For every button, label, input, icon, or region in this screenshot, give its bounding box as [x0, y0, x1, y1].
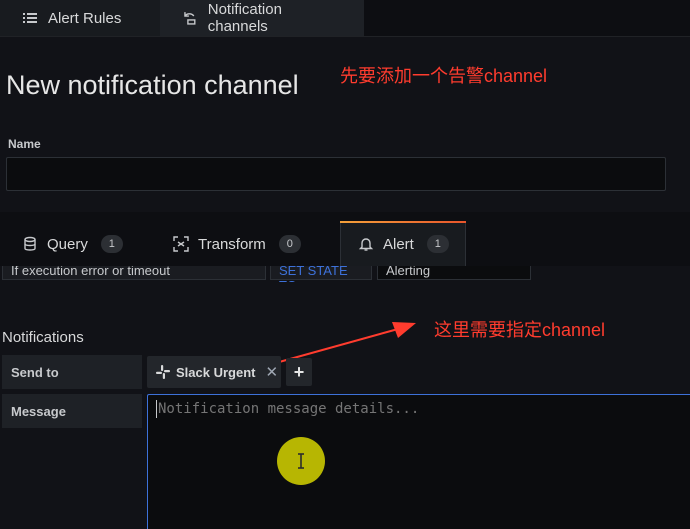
send-to-label: Send to	[2, 355, 142, 389]
mouse-cursor-highlight	[277, 437, 325, 485]
error-condition-row: If execution error or timeout SET STATE …	[0, 266, 690, 282]
text-caret	[156, 400, 157, 418]
tab-alert[interactable]: Alert 1	[358, 232, 449, 256]
name-input[interactable]	[6, 157, 666, 191]
tab-query[interactable]: Query 1	[22, 232, 123, 256]
bell-icon	[358, 238, 374, 251]
tab-alert-rules-label: Alert Rules	[48, 9, 122, 27]
notifications-section-title: Notifications	[2, 329, 84, 346]
database-icon	[24, 236, 36, 251]
tab-alert-label: Alert	[383, 235, 414, 253]
tab-transform[interactable]: Transform 0	[173, 232, 301, 256]
error-condition-label: If execution error or timeout	[2, 266, 266, 280]
channel-chip-slack-urgent[interactable]: Slack Urgent ✕	[147, 356, 281, 388]
name-field-label: Name	[8, 137, 41, 151]
page-title: New notification channel	[6, 70, 299, 100]
slack-icon	[156, 365, 170, 379]
tab-notification-channels-label: Notification channels	[207, 1, 282, 35]
notification-channel-icon	[184, 12, 196, 25]
message-label: Message	[2, 394, 142, 428]
alert-tab-accent-bar	[340, 221, 466, 223]
remove-channel-icon[interactable]: ✕	[265, 363, 278, 381]
tab-transform-count: 0	[278, 235, 301, 253]
error-state-select[interactable]: Alerting	[377, 266, 531, 280]
transform-icon	[173, 236, 189, 252]
tab-notification-channels[interactable]: Notification channels	[160, 0, 364, 36]
channel-chip-label: Slack Urgent	[176, 364, 256, 380]
list-icon	[23, 13, 37, 23]
set-state-label: SET STATE TO	[270, 266, 372, 282]
message-textarea[interactable]	[147, 394, 690, 529]
tab-alert-count: 1	[426, 235, 449, 253]
tab-query-count: 1	[100, 235, 123, 253]
annotation-add-channel: 先要添加一个告警channel	[340, 66, 548, 86]
tab-alert-rules[interactable]: Alert Rules	[0, 0, 160, 36]
text-cursor-icon	[298, 453, 304, 469]
annotation-specify-channel: 这里需要指定channel	[434, 320, 606, 340]
tab-transform-label: Transform	[198, 235, 266, 253]
tab-query-label: Query	[47, 235, 88, 253]
add-channel-button[interactable]: +	[286, 358, 312, 386]
